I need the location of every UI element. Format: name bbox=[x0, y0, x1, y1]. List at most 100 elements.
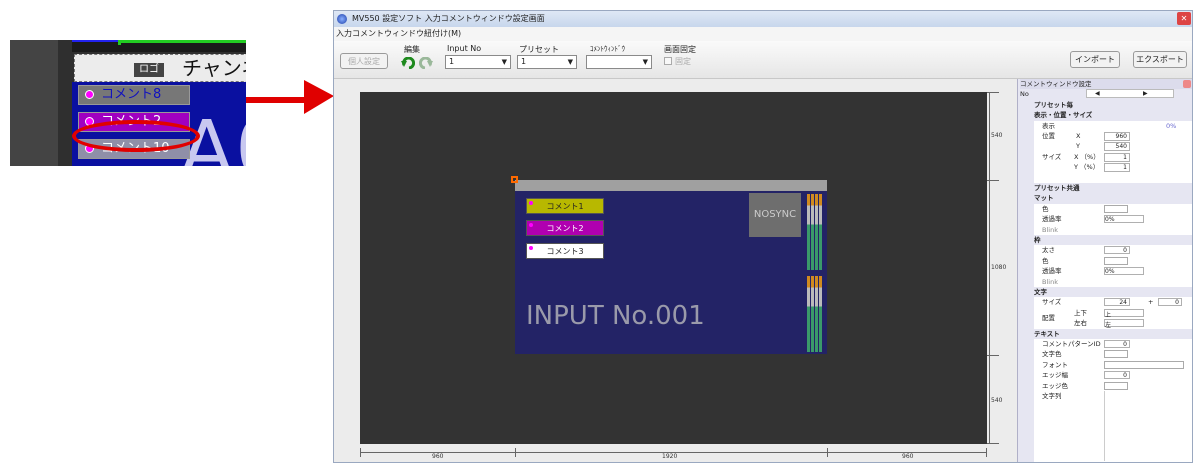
frame-thickness-input[interactable]: 0 bbox=[1104, 246, 1130, 255]
app-icon bbox=[337, 14, 347, 24]
ruler-tick bbox=[987, 92, 999, 93]
inset-channel-text: チャンネ bbox=[182, 56, 246, 80]
input-no-label: Input No bbox=[447, 44, 482, 53]
mat-transparency-select[interactable]: 0% bbox=[1104, 215, 1144, 224]
preset-select[interactable]: 1 ▼ bbox=[517, 55, 577, 69]
inset-logo: ロゴ bbox=[134, 63, 164, 77]
meter-bar bbox=[811, 194, 814, 270]
preset-label: プリセット bbox=[519, 45, 559, 54]
menu-comment-window-link[interactable]: 入力コメントウィンドウ紐付け(M) bbox=[336, 29, 461, 38]
no-label: No bbox=[1020, 90, 1029, 99]
frame-color-label: 色 bbox=[1042, 256, 1049, 265]
align-label: 配置 bbox=[1042, 314, 1055, 322]
inset-comment-label: コメント8 bbox=[101, 87, 162, 102]
next-icon[interactable]: ▶ bbox=[1143, 90, 1148, 97]
pattern-id-label: コメントパターンID bbox=[1042, 340, 1101, 348]
inset-green-frame bbox=[118, 40, 246, 45]
text-color-select[interactable] bbox=[1104, 350, 1128, 359]
edge-width-input[interactable]: 0 bbox=[1104, 371, 1130, 380]
horizontal-label: 左右 bbox=[1074, 319, 1087, 328]
size-y-label: Y （%） bbox=[1074, 163, 1100, 172]
section-text: 文字 bbox=[1034, 287, 1047, 298]
input-no-select[interactable]: 1 ▼ bbox=[445, 55, 511, 69]
mat-transparency-label: 透過率 bbox=[1042, 215, 1062, 224]
mat-color-select[interactable] bbox=[1104, 204, 1128, 213]
display-label: 表示 bbox=[1042, 121, 1055, 130]
section-mat: マット bbox=[1034, 193, 1054, 204]
frame-transparency-label: 透過率 bbox=[1042, 267, 1062, 276]
fixed-checkbox[interactable] bbox=[664, 57, 672, 65]
display-value: 0% bbox=[1166, 121, 1177, 130]
inset-comment-dot bbox=[85, 90, 94, 99]
comment-label: コメント2 bbox=[546, 224, 584, 233]
panel-close-icon[interactable] bbox=[1183, 80, 1191, 88]
frame-blink-label: Blink bbox=[1042, 277, 1058, 286]
meter-bar bbox=[815, 276, 818, 352]
ruler-tick bbox=[987, 355, 999, 356]
edge-color-label: エッジ色 bbox=[1042, 381, 1068, 390]
export-button[interactable]: エクスポート bbox=[1133, 51, 1187, 68]
prev-icon[interactable]: ◀ bbox=[1095, 90, 1100, 97]
position-label: 位置 bbox=[1042, 132, 1055, 140]
frame-color-select[interactable] bbox=[1104, 256, 1128, 265]
size-label: サイズ bbox=[1042, 152, 1062, 161]
screen-header-bar bbox=[515, 180, 827, 191]
comment-window-select[interactable]: ▼ bbox=[586, 55, 652, 69]
pos-x-label: X bbox=[1076, 132, 1081, 140]
vertical-select[interactable]: 上 bbox=[1104, 308, 1144, 319]
import-button[interactable]: インポート bbox=[1070, 51, 1120, 68]
comment-window-3[interactable]: コメント3 bbox=[526, 243, 604, 259]
window-title: MV550 設定ソフト 入力コメントウィンドウ設定画面 bbox=[352, 14, 545, 23]
undo-icon[interactable] bbox=[401, 57, 415, 69]
string-label: 文字列 bbox=[1042, 392, 1062, 400]
close-button[interactable]: ✕ bbox=[1177, 12, 1191, 25]
chevron-down-icon: ▼ bbox=[501, 58, 507, 66]
edge-width-label: エッジ幅 bbox=[1042, 371, 1068, 380]
comment-window-1[interactable]: コメント1 bbox=[526, 198, 604, 214]
horizontal-select[interactable]: 左 bbox=[1104, 319, 1144, 329]
comment-window-2[interactable]: コメント2 bbox=[526, 220, 604, 236]
input-number-text: INPUT No.001 bbox=[526, 301, 705, 331]
mat-color-label: 色 bbox=[1042, 204, 1049, 213]
comment-dot bbox=[529, 223, 533, 227]
resize-handle[interactable] bbox=[511, 176, 518, 183]
text-size-extra-input[interactable]: 0 bbox=[1158, 298, 1182, 307]
size-y-input[interactable]: 1 bbox=[1104, 163, 1130, 173]
screen-fixed-label: 画面固定 bbox=[664, 45, 696, 54]
fixed-checkbox-label: 固定 bbox=[675, 57, 691, 66]
ruler-tick bbox=[987, 443, 999, 444]
ruler-tick bbox=[827, 448, 828, 457]
frame-transparency-select[interactable]: 0% bbox=[1104, 267, 1144, 276]
text-color-label: 文字色 bbox=[1042, 350, 1062, 359]
comment-label: コメント1 bbox=[546, 202, 584, 211]
disabled-button[interactable]: 個人設定 bbox=[340, 53, 388, 69]
menu-bar: 入力コメントウィンドウ紐付け(M) bbox=[334, 27, 1192, 41]
comment-window-label: ｺﾒﾝﾄｳｨﾝﾄﾞｳ bbox=[590, 45, 625, 53]
redo-icon[interactable] bbox=[419, 57, 433, 69]
vertical-ruler: 540 1080 540 bbox=[987, 92, 1013, 444]
ruler-label: 540 bbox=[991, 132, 1003, 139]
comment-dot bbox=[529, 246, 533, 250]
meter-bar bbox=[807, 194, 810, 270]
no-navigator[interactable]: ◀ ▶ bbox=[1086, 89, 1174, 99]
zoom-inset: ロゴ チャンネ A00 コメント8 コメント2 コメント10 bbox=[10, 40, 246, 166]
ruler-tick bbox=[515, 448, 516, 457]
text-size-input[interactable]: 24 bbox=[1104, 298, 1130, 307]
pos-y-input[interactable]: 540 bbox=[1104, 142, 1130, 152]
ruler-label: 960 bbox=[432, 453, 444, 460]
section-textsec: テキスト bbox=[1034, 328, 1060, 339]
ruler-line bbox=[989, 92, 990, 444]
settings-panel: コメントウィンドウ設定 No ◀ ▶ プリセット毎 表示・位置・サイズ 表示 0… bbox=[1017, 79, 1192, 462]
pos-x-input[interactable]: 960 bbox=[1104, 132, 1130, 141]
size-x-input[interactable]: 1 bbox=[1104, 152, 1130, 162]
text-size-label: サイズ bbox=[1042, 298, 1062, 307]
edge-color-select[interactable] bbox=[1104, 381, 1128, 390]
toolbar: 個人設定 編集 Input No 1 ▼ プリセット 1 ▼ ｺﾒﾝﾄｳｨﾝﾄﾞ… bbox=[334, 41, 1192, 79]
input-no-value: 1 bbox=[449, 57, 455, 66]
section-display-pos-size: 表示・位置・サイズ bbox=[1034, 110, 1093, 121]
font-label: フォント bbox=[1042, 360, 1068, 369]
pattern-id-input[interactable]: 0 bbox=[1104, 340, 1130, 348]
comment-label: コメント3 bbox=[546, 247, 584, 256]
font-select[interactable] bbox=[1104, 360, 1184, 369]
ruler-tick bbox=[986, 448, 987, 457]
